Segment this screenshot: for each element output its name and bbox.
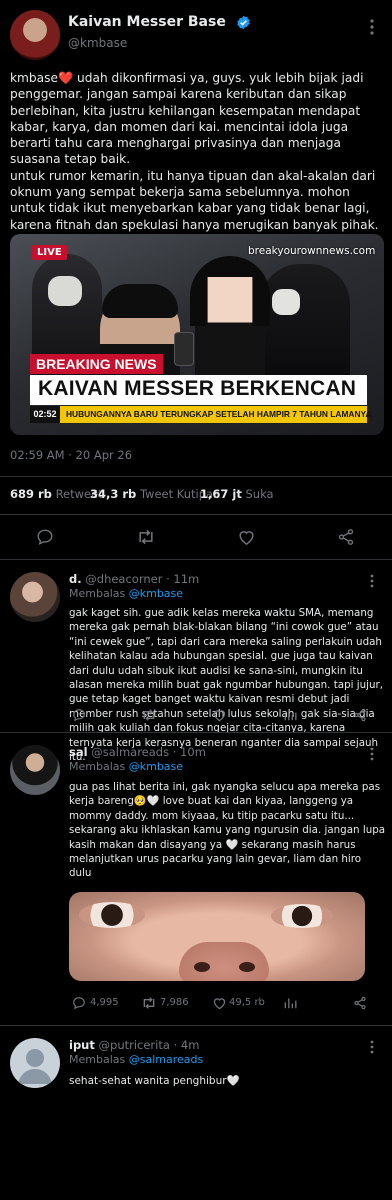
- reply-author-name[interactable]: d.: [69, 572, 82, 586]
- like-count: 49,5 rb: [229, 997, 265, 1008]
- live-badge: LIVE: [32, 245, 67, 260]
- headline: KAIVAN MESSER BERKENCAN: [38, 377, 357, 400]
- reply-author-name[interactable]: sal: [69, 745, 88, 759]
- replying-to: Membalas @kmbase: [69, 587, 184, 600]
- more-options-icon[interactable]: [370, 1040, 374, 1054]
- replying-to: Membalas @kmbase: [69, 760, 184, 773]
- share-icon[interactable]: [337, 528, 355, 546]
- reply-avatar[interactable]: [10, 745, 60, 795]
- reply-to-link[interactable]: @salmareads: [129, 1053, 204, 1066]
- news-site: breakyourownnews.com: [248, 245, 376, 257]
- more-options-icon[interactable]: [370, 18, 374, 36]
- reply-author-name[interactable]: iput: [69, 1038, 95, 1052]
- like-icon[interactable]: [212, 996, 227, 1010]
- reply-header: sal @salmareads · 10m: [69, 745, 206, 759]
- retweet-icon[interactable]: [141, 996, 157, 1010]
- reply-tweet: d. @dheacorner · 11m Membalas @kmbase ga…: [0, 560, 392, 763]
- retweet-icon[interactable]: [141, 708, 157, 722]
- face-mask: [272, 289, 300, 315]
- author-avatar[interactable]: [10, 10, 60, 60]
- analytics-icon[interactable]: [283, 996, 297, 1010]
- post-timestamp: 02:59 AM · 20 Apr 26: [10, 448, 133, 462]
- reply-icon[interactable]: [36, 528, 54, 546]
- background-person: [260, 264, 350, 384]
- face-mask: [48, 276, 82, 306]
- like-stat[interactable]: 1,67 jt Suka: [200, 487, 274, 501]
- analytics-icon[interactable]: [283, 708, 297, 722]
- ticker-time: 02:52: [30, 406, 60, 423]
- verified-badge-icon: [236, 15, 251, 30]
- more-options-icon[interactable]: [370, 574, 374, 588]
- reply-photo[interactable]: [69, 892, 365, 981]
- retweet-icon[interactable]: [136, 528, 156, 546]
- news-image[interactable]: LIVE breakyourownnews.com BREAKING NEWS …: [10, 234, 384, 435]
- reply-time: · 11m: [166, 572, 200, 586]
- like-icon[interactable]: [212, 708, 227, 722]
- reply-author-handle[interactable]: @salmareads: [91, 745, 169, 759]
- reply-tweet: sal @salmareads · 10m Membalas @kmbase g…: [0, 733, 392, 1025]
- default-avatar-icon[interactable]: [10, 1038, 60, 1088]
- phone: [174, 332, 194, 366]
- reply-text: sehat-sehat wanita penghibur🤍: [69, 1075, 240, 1087]
- reply-time: · 4m: [173, 1038, 200, 1052]
- reply-count: 4,995: [90, 997, 119, 1008]
- reply-author-handle[interactable]: @dheacorner: [85, 572, 162, 586]
- more-options-icon[interactable]: [370, 747, 374, 761]
- reply-tweet: iput @putricerita · 4m Membalas @salmare…: [0, 1026, 392, 1200]
- share-icon[interactable]: [353, 708, 367, 722]
- like-icon[interactable]: [237, 528, 256, 546]
- ticker-text: HUBUNGANNYA BARU TERUNGKAP SETELAH HAMPI…: [66, 409, 374, 419]
- reply-time: · 10m: [172, 745, 206, 759]
- breaking-news-label: BREAKING NEWS: [30, 354, 163, 374]
- share-icon[interactable]: [353, 996, 367, 1010]
- eye: [79, 902, 145, 928]
- divider: [0, 514, 392, 515]
- retweet-count: 7,986: [160, 997, 189, 1008]
- retweet-stat[interactable]: 689 rb Retweet: [10, 487, 103, 501]
- reply-header: iput @putricerita · 4m: [69, 1038, 199, 1052]
- reply-to-link[interactable]: @kmbase: [129, 587, 183, 600]
- divider: [0, 476, 392, 477]
- author-name[interactable]: Kaivan Messer Base: [68, 14, 226, 30]
- post-paragraph-1: kmbase❤️ udah dikonfirmasi ya, guys. yuk…: [10, 71, 364, 167]
- reply-avatar[interactable]: [10, 572, 60, 622]
- post-paragraph-2: untuk rumor kemarin, itu hanya tipuan da…: [10, 168, 379, 232]
- reply-text: gua pas lihat berita ini, gak nyangka se…: [69, 781, 386, 880]
- reply-to-link[interactable]: @kmbase: [129, 760, 183, 773]
- nose: [179, 942, 269, 981]
- author-handle[interactable]: @kmbase: [68, 36, 127, 50]
- reply-author-handle[interactable]: @putricerita: [99, 1038, 170, 1052]
- reply-icon[interactable]: [72, 708, 86, 722]
- nostril: [194, 962, 210, 972]
- nostril: [239, 962, 255, 972]
- reply-header: d. @dheacorner · 11m: [69, 572, 199, 586]
- reply-icon[interactable]: [72, 996, 86, 1010]
- man-hair: [102, 284, 178, 318]
- replying-to: Membalas @salmareads: [69, 1053, 204, 1066]
- eye: [271, 904, 333, 928]
- post-text: kmbase❤️ udah dikonfirmasi ya, guys. yuk…: [10, 70, 386, 233]
